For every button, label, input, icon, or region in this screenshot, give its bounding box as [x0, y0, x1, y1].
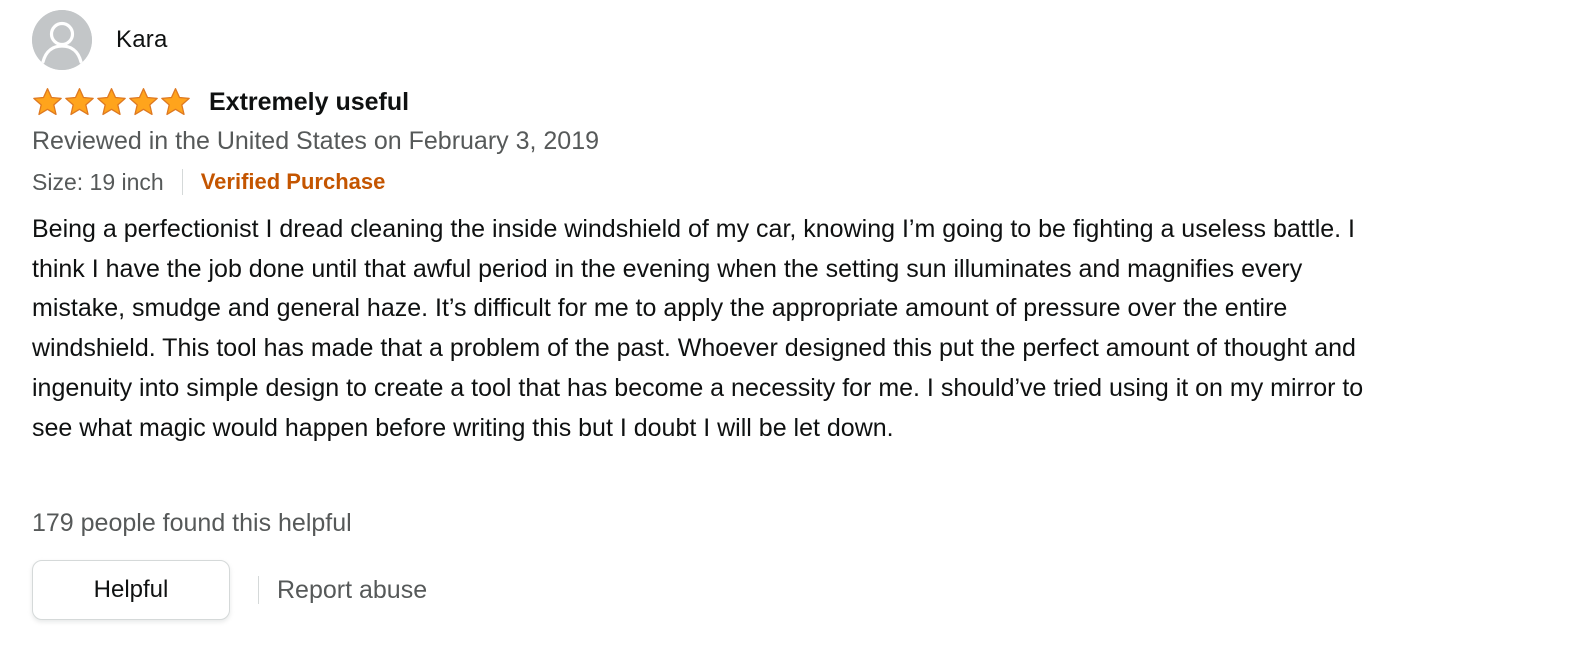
- verified-purchase-badge: Verified Purchase: [200, 169, 386, 194]
- star-filled-icon: [33, 88, 62, 116]
- reviewer-name[interactable]: Kara: [116, 26, 168, 54]
- size-option[interactable]: Size: 19 inch: [32, 169, 164, 196]
- avatar[interactable]: [32, 10, 92, 70]
- star-filled-icon: [97, 88, 126, 116]
- review-meta: Size: 19 inch Verified Purchase: [32, 166, 385, 198]
- star-filled-icon: [129, 88, 158, 116]
- divider: [258, 576, 259, 604]
- reviewer-profile[interactable]: Kara: [32, 10, 168, 70]
- user-silhouette-icon: [32, 10, 92, 70]
- star-filled-icon: [65, 88, 94, 116]
- star-rating[interactable]: [32, 87, 191, 117]
- report-abuse-link[interactable]: Report abuse: [277, 576, 427, 605]
- review-title[interactable]: Extremely useful: [209, 88, 409, 117]
- star-filled-icon: [161, 88, 190, 116]
- helpful-button[interactable]: Helpful: [32, 560, 230, 620]
- divider: [181, 169, 183, 195]
- rating-row: Extremely useful: [32, 84, 409, 120]
- helpful-count: 179 people found this helpful: [32, 509, 352, 537]
- review-actions: Helpful Report abuse: [32, 560, 427, 620]
- review-date: Reviewed in the United States on Februar…: [32, 127, 600, 155]
- review-body: Being a perfectionist I dread cleaning t…: [32, 215, 1364, 442]
